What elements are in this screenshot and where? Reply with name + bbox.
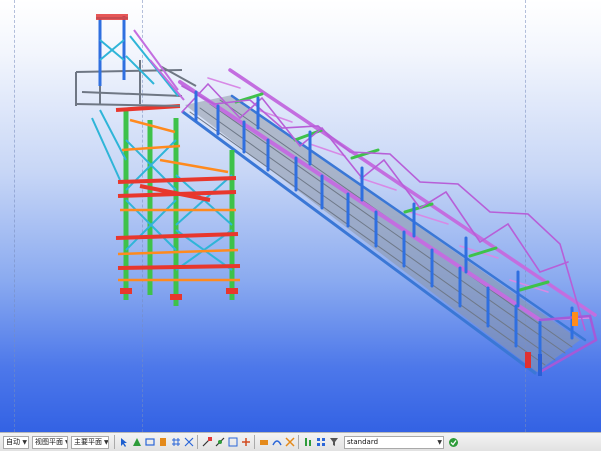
snap-intersect-icon[interactable]: [227, 436, 239, 449]
main-plane-value: 主要平面: [74, 438, 102, 446]
toolbar-separator: [114, 435, 115, 449]
filter-icon[interactable]: [328, 436, 340, 449]
snap-end-icon[interactable]: [201, 436, 213, 449]
structure-3d-model: [75, 14, 598, 376]
select-weld-icon[interactable]: [302, 436, 314, 449]
model-viewport[interactable]: [0, 0, 601, 432]
select-group-icon[interactable]: [258, 436, 270, 449]
grid-snap-icon[interactable]: [170, 436, 182, 449]
orthogonal-icon[interactable]: [183, 436, 195, 449]
gallery-truss: [178, 68, 598, 376]
filter-standard-value: standard: [347, 438, 379, 446]
view-plane-select[interactable]: 视图平面▼: [32, 435, 68, 449]
select-bolt-icon[interactable]: [315, 436, 327, 449]
snap-face-icon[interactable]: [157, 436, 169, 449]
toolbar-separator: [254, 435, 255, 449]
filter-standard-select[interactable]: standard ▼: [344, 435, 444, 449]
snap-line-icon[interactable]: [144, 436, 156, 449]
chevron-down-icon: ▼: [65, 439, 67, 446]
select-all-icon[interactable]: [448, 436, 460, 449]
view-plane-value: 视图平面: [35, 438, 63, 446]
select-arrow-icon[interactable]: [118, 436, 130, 449]
snap-mid-icon[interactable]: [214, 436, 226, 449]
chevron-down-icon: ▼: [437, 438, 442, 446]
chevron-down-icon: ▼: [22, 438, 27, 446]
tower-structure: [75, 14, 241, 306]
toolbar-separator: [298, 435, 299, 449]
snap-mode-value: 自动: [6, 438, 20, 446]
select-part-icon[interactable]: [271, 436, 283, 449]
snap-mode-select[interactable]: 自动 ▼: [3, 435, 29, 449]
bottom-toolbar: 自动▼ 视图平面▼ 主要平面▼ standard▼: [0, 432, 601, 451]
main-plane-select[interactable]: 主要平面 ▼: [71, 435, 109, 449]
toolbar-separator: [197, 435, 198, 449]
chevron-down-icon: ▼: [104, 438, 109, 446]
select-box-icon[interactable]: [240, 436, 252, 449]
select-component-icon[interactable]: [284, 436, 296, 449]
snap-point-icon[interactable]: [131, 436, 143, 449]
